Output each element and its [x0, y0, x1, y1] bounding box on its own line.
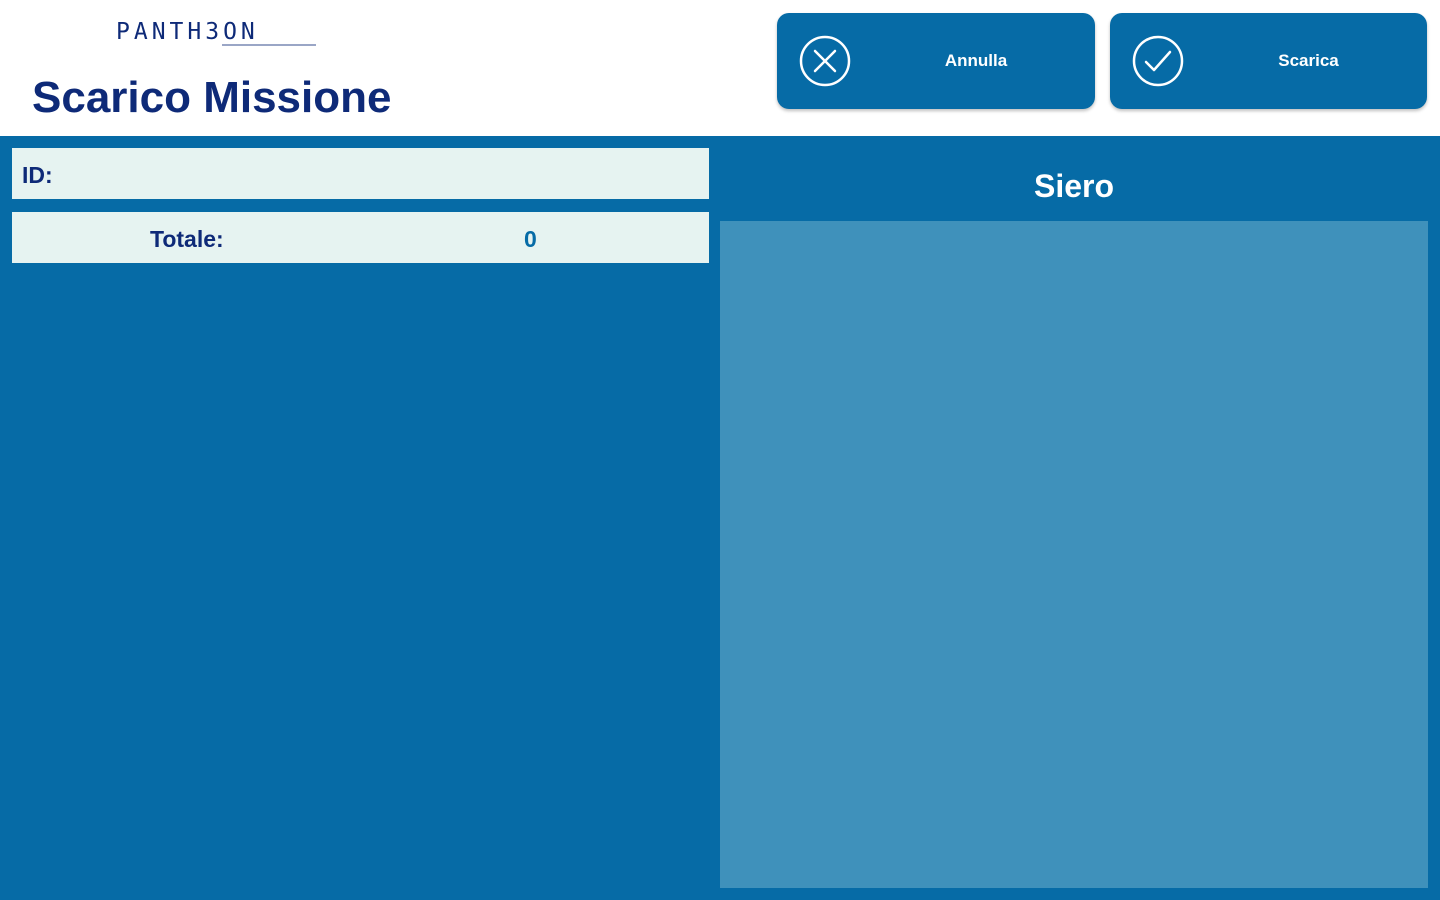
pantheon-logo: PANTH3ON — [116, 18, 316, 52]
total-label: Totale: — [150, 226, 224, 252]
serum-panel-list[interactable] — [720, 221, 1428, 888]
check-circle-icon — [1132, 35, 1184, 87]
logo-wordmark: PANTH3ON — [116, 19, 259, 45]
download-button[interactable]: Scarica — [1110, 13, 1427, 109]
page-title: Scarico Missione — [32, 73, 392, 122]
total-value: 0 — [524, 226, 537, 252]
total-field: Totale: 0 — [12, 212, 709, 263]
id-label: ID: — [22, 162, 53, 188]
close-circle-icon — [799, 35, 851, 87]
download-button-label: Scarica — [1278, 51, 1339, 70]
cancel-button[interactable]: Annulla — [777, 13, 1095, 109]
main-area: ID: Totale: 0 Siero — [0, 136, 1440, 900]
serum-panel-title: Siero — [1033, 168, 1115, 204]
cancel-button-label: Annulla — [944, 51, 1008, 70]
id-field[interactable]: ID: — [12, 148, 709, 199]
header-bar: PANTH3ON Scarico Missione Annulla Scaric… — [0, 0, 1440, 136]
logo-tagline-line — [222, 44, 316, 46]
